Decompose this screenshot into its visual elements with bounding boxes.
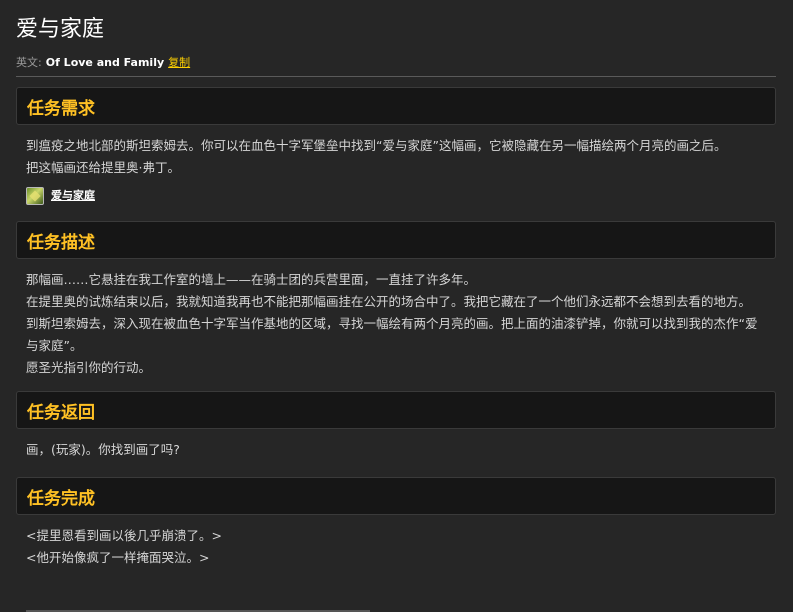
copy-link[interactable]: 复制 bbox=[168, 56, 190, 69]
text-line: <提里恩看到画以後几乎崩溃了。> bbox=[26, 528, 222, 543]
section-body-objectives: 到瘟疫之地北部的斯坦索姆去。你可以在血色十字军堡垒中找到“爱与家庭”这幅画，它被… bbox=[16, 125, 776, 207]
section-header-objectives: 任务需求 bbox=[16, 87, 776, 125]
text-line: 那幅画……它悬挂在我工作室的墙上——在骑士团的兵营里面，一直挂了许多年。 bbox=[26, 272, 477, 287]
english-name-row: 英文: Of Love and Family 复制 bbox=[16, 56, 776, 70]
text-line: 把这幅画还给提里奥·弗丁。 bbox=[26, 160, 180, 175]
text-line: 到斯坦索姆去，深入现在被血色十字军当作基地的区域，寻找一幅绘有两个月亮的画。把上… bbox=[26, 316, 758, 353]
quest-page: 爱与家庭 英文: Of Love and Family 复制 任务需求 到瘟疫之地北… bbox=[0, 0, 793, 612]
section-title: 任务返回 bbox=[27, 402, 95, 423]
page-title: 爱与家庭 bbox=[16, 17, 105, 42]
section-title: 任务描述 bbox=[27, 232, 95, 253]
title-divider bbox=[16, 76, 776, 77]
english-name: Of Love and Family bbox=[45, 56, 165, 69]
quest-item-link[interactable]: 爱与家庭 bbox=[51, 185, 95, 207]
section-header-completion: 任务完成 bbox=[16, 477, 776, 515]
english-label: 英文: bbox=[16, 56, 42, 69]
text-line: 在提里奥的试炼结束以后，我就知道我再也不能把那幅画挂在公开的场合中了。我把它藏在… bbox=[26, 294, 752, 309]
text-line: 愿圣光指引你的行动。 bbox=[26, 360, 152, 375]
painting-item-icon[interactable] bbox=[26, 187, 44, 205]
text-line: <他开始像疯了一样掩面哭泣。> bbox=[26, 550, 210, 565]
quest-item[interactable]: 爱与家庭 bbox=[26, 185, 766, 207]
section-body-completion: <提里恩看到画以後几乎崩溃了。> <他开始像疯了一样掩面哭泣。> bbox=[16, 515, 776, 569]
text-line: 到瘟疫之地北部的斯坦索姆去。你可以在血色十字军堡垒中找到“爱与家庭”这幅画，它被… bbox=[26, 138, 727, 153]
section-body-description: 那幅画……它悬挂在我工作室的墙上——在骑士团的兵营里面，一直挂了许多年。 在提里… bbox=[16, 259, 776, 379]
text-line: 画，(玩家)。你找到画了吗? bbox=[26, 442, 180, 457]
section-title: 任务需求 bbox=[27, 98, 95, 119]
section-body-progress: 画，(玩家)。你找到画了吗? bbox=[16, 429, 776, 461]
section-header-progress: 任务返回 bbox=[16, 391, 776, 429]
section-title: 任务完成 bbox=[27, 488, 95, 509]
section-header-description: 任务描述 bbox=[16, 221, 776, 259]
